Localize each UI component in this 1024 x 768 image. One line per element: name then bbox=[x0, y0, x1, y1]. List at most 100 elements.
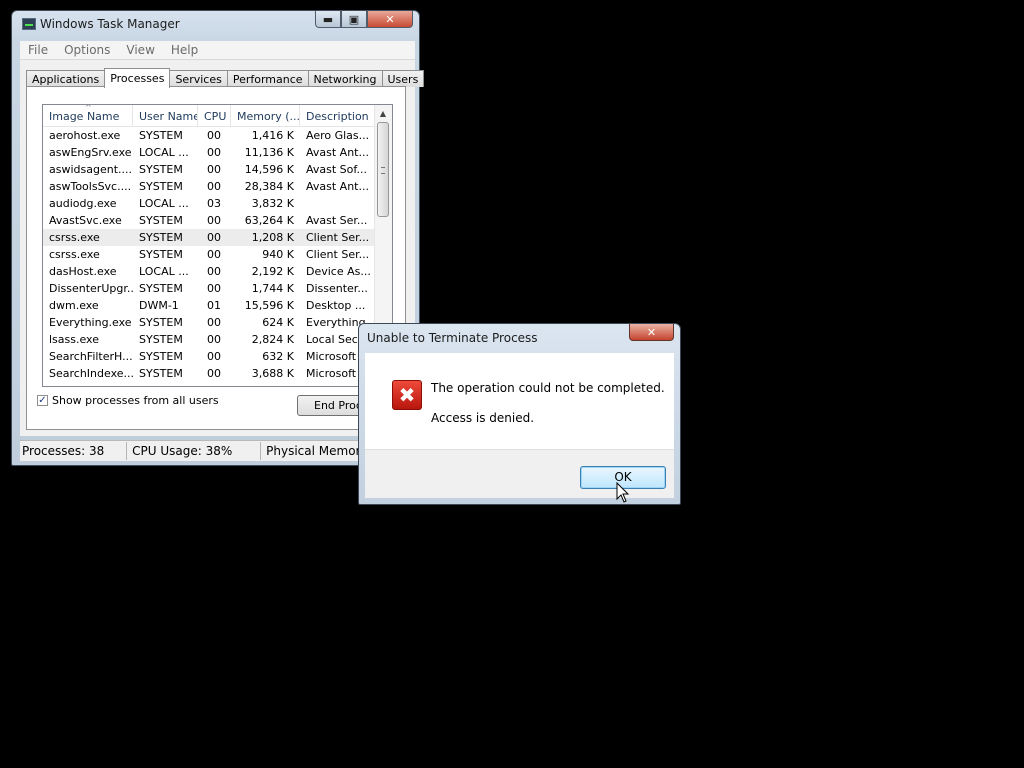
menu-options[interactable]: Options bbox=[56, 43, 118, 57]
process-row[interactable]: aswEngSrv.exe LOCAL ... 00 11,136 K Avast An… bbox=[43, 144, 392, 161]
column-user-name[interactable]: User Name bbox=[133, 105, 198, 126]
cell-memory: 1,744 K bbox=[251, 282, 294, 295]
status-cpu-usage: CPU Usage: 38% bbox=[127, 442, 262, 460]
cell-cpu: 01 bbox=[207, 299, 221, 312]
cell-cpu: 00 bbox=[207, 333, 221, 346]
tab-strip: Applications Processes Services Performa… bbox=[26, 68, 425, 88]
cell-user-name: SYSTEM bbox=[139, 163, 183, 176]
cell-image-name: audiodg.exe bbox=[49, 197, 117, 210]
scrollbar-thumb[interactable] bbox=[377, 122, 389, 217]
process-row[interactable]: SearchFilterH... SYSTEM 00 632 K Microsoft .… bbox=[43, 348, 392, 365]
cell-cpu: 00 bbox=[207, 180, 221, 193]
cell-image-name: Everything.exe bbox=[49, 316, 132, 329]
tab-performance[interactable]: Performance bbox=[226, 70, 309, 87]
cell-description: Avast Ser... bbox=[306, 214, 368, 227]
cell-cpu: 00 bbox=[207, 316, 221, 329]
cell-memory: 14,596 K bbox=[244, 163, 294, 176]
cell-description bbox=[300, 195, 375, 212]
dialog-detail: Access is denied. bbox=[431, 411, 535, 425]
cell-user-name: SYSTEM bbox=[139, 180, 183, 193]
cell-memory: 3,832 K bbox=[251, 197, 294, 210]
process-row[interactable]: aswidsagent.... SYSTEM 00 14,596 K Avast Sof… bbox=[43, 161, 392, 178]
cell-description: Dissenter... bbox=[306, 282, 368, 295]
column-memory[interactable]: Memory (... bbox=[231, 105, 300, 126]
menu-file[interactable]: File bbox=[20, 43, 56, 57]
process-list[interactable]: ^ Image Name User Name CPU Memory (... D… bbox=[42, 104, 393, 387]
task-manager-app-icon bbox=[22, 18, 36, 30]
status-bar: Processes: 38 CPU Usage: 38% Physical Me… bbox=[20, 440, 415, 461]
cell-cpu: 00 bbox=[207, 163, 221, 176]
cell-user-name: LOCAL ... bbox=[139, 197, 189, 210]
process-row[interactable]: SearchIndexe... SYSTEM 00 3,688 K Microsoft … bbox=[43, 365, 392, 382]
cell-user-name: LOCAL ... bbox=[139, 146, 189, 159]
tab-networking[interactable]: Networking bbox=[307, 70, 383, 87]
cell-image-name: csrss.exe bbox=[49, 248, 100, 261]
cell-cpu: 00 bbox=[207, 146, 221, 159]
cell-memory: 940 K bbox=[262, 248, 294, 261]
scroll-up-arrow-icon[interactable]: ▲ bbox=[375, 105, 391, 122]
process-row[interactable]: AvastSvc.exe SYSTEM 00 63,264 K Avast Ser... bbox=[43, 212, 392, 229]
process-row[interactable]: Everything.exe SYSTEM 00 624 K Everything bbox=[43, 314, 392, 331]
cell-image-name: AvastSvc.exe bbox=[49, 214, 122, 227]
cell-memory: 11,136 K bbox=[244, 146, 294, 159]
cell-image-name: lsass.exe bbox=[49, 333, 99, 346]
column-cpu[interactable]: CPU bbox=[198, 105, 231, 126]
cell-description: Avast Ant... bbox=[306, 146, 369, 159]
process-row[interactable]: dwm.exe DWM-1 01 15,596 K Desktop ... bbox=[43, 297, 392, 314]
process-row[interactable]: DissenterUpgr... SYSTEM 00 1,744 K Dissenter… bbox=[43, 280, 392, 297]
cell-cpu: 00 bbox=[207, 129, 221, 142]
cell-description: Client Ser... bbox=[306, 231, 370, 244]
cell-description: Avast Ant... bbox=[306, 180, 369, 193]
error-icon: ✖ bbox=[392, 380, 422, 410]
cell-memory: 2,824 K bbox=[251, 333, 294, 346]
cell-description: Avast Sof... bbox=[306, 163, 367, 176]
cell-description: Client Ser... bbox=[306, 248, 370, 261]
minimize-button[interactable]: ▬ bbox=[315, 11, 341, 28]
process-row[interactable]: aerohost.exe SYSTEM 00 1,416 K Aero Glas... bbox=[43, 127, 392, 144]
cell-image-name: aswEngSrv.exe bbox=[49, 146, 132, 159]
process-row[interactable]: csrss.exe SYSTEM 00 940 K Client Ser... bbox=[43, 246, 392, 263]
process-row[interactable]: dasHost.exe LOCAL ... 00 2,192 K Device As..… bbox=[43, 263, 392, 280]
tab-users[interactable]: Users bbox=[381, 70, 425, 87]
cell-image-name: dwm.exe bbox=[49, 299, 99, 312]
cell-description: Device As... bbox=[306, 265, 371, 278]
status-processes: Processes: 38 bbox=[20, 442, 128, 460]
cell-memory: 1,208 K bbox=[251, 231, 294, 244]
cell-image-name: csrss.exe bbox=[49, 231, 100, 244]
mouse-cursor-icon bbox=[616, 482, 630, 503]
tab-applications[interactable]: Applications bbox=[26, 70, 106, 87]
cell-cpu: 00 bbox=[207, 367, 221, 380]
cell-cpu: 00 bbox=[207, 231, 221, 244]
cell-cpu: 00 bbox=[207, 265, 221, 278]
cell-user-name: SYSTEM bbox=[139, 231, 183, 244]
cell-image-name: SearchFilterH... bbox=[49, 350, 133, 363]
cell-cpu: 00 bbox=[207, 248, 221, 261]
show-all-users-option[interactable]: ✓ Show processes from all users bbox=[37, 394, 219, 407]
cell-memory: 28,384 K bbox=[244, 180, 294, 193]
dialog-body: ✖ The operation could not be completed. … bbox=[365, 353, 674, 449]
tab-services[interactable]: Services bbox=[169, 70, 228, 87]
maximize-button[interactable]: ▣ bbox=[341, 11, 367, 28]
process-row[interactable]: lsass.exe SYSTEM 00 2,824 K Local Sec... bbox=[43, 331, 392, 348]
cell-user-name: SYSTEM bbox=[139, 214, 183, 227]
cell-cpu: 00 bbox=[207, 214, 221, 227]
dialog-close-button[interactable]: ✕ bbox=[629, 324, 674, 341]
tab-processes[interactable]: Processes bbox=[104, 68, 171, 88]
close-button[interactable]: ✕ bbox=[367, 11, 413, 28]
column-description[interactable]: Description bbox=[300, 105, 375, 126]
cell-user-name: SYSTEM bbox=[139, 129, 183, 142]
cell-user-name: SYSTEM bbox=[139, 350, 183, 363]
cell-cpu: 00 bbox=[207, 350, 221, 363]
process-row[interactable]: aswToolsSvc.... SYSTEM 00 28,384 K Avast Ant… bbox=[43, 178, 392, 195]
processes-panel: ^ Image Name User Name CPU Memory (... D… bbox=[26, 86, 406, 430]
process-row[interactable]: audiodg.exe LOCAL ... 03 3,832 K bbox=[43, 195, 392, 212]
menu-help[interactable]: Help bbox=[163, 43, 206, 57]
show-all-users-checkbox[interactable]: ✓ bbox=[37, 395, 48, 406]
cell-memory: 3,688 K bbox=[251, 367, 294, 380]
process-row[interactable]: csrss.exe SYSTEM 00 1,208 K Client Ser... bbox=[43, 229, 392, 246]
cell-user-name: SYSTEM bbox=[139, 316, 183, 329]
cell-memory: 632 K bbox=[262, 350, 294, 363]
cell-cpu: 00 bbox=[207, 282, 221, 295]
menu-view[interactable]: View bbox=[118, 43, 162, 57]
cell-cpu: 03 bbox=[207, 197, 221, 210]
